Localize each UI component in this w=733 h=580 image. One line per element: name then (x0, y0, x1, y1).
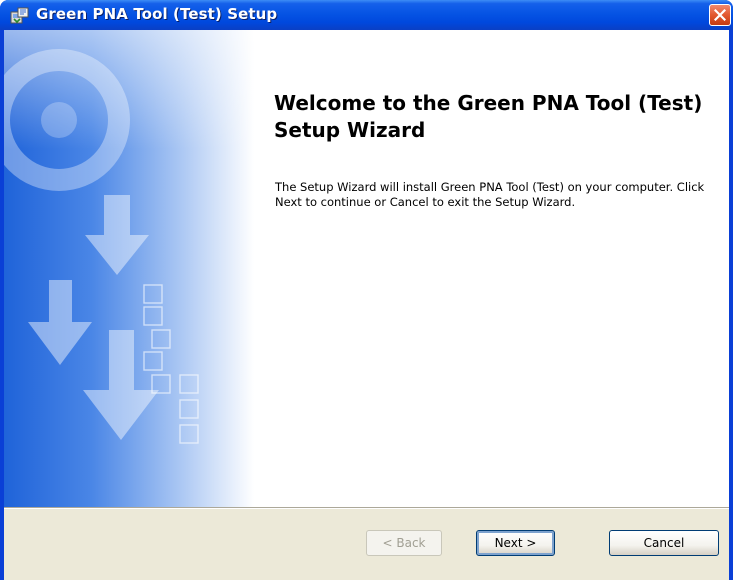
setup-banner-graphic (4, 30, 254, 507)
setup-window: Green PNA Tool (Test) Setup Welcome to t… (0, 0, 733, 580)
cancel-button[interactable]: Cancel (609, 530, 719, 556)
window-title: Green PNA Tool (Test) Setup (36, 5, 278, 23)
installer-icon (10, 6, 30, 24)
close-icon (714, 9, 726, 21)
welcome-description: The Setup Wizard will install Green PNA … (275, 180, 705, 209)
button-separator (4, 507, 729, 509)
next-button[interactable]: Next > (476, 530, 555, 556)
dialog-body: Welcome to the Green PNA Tool (Test) Set… (4, 30, 729, 580)
back-button[interactable]: < Back (366, 530, 442, 556)
title-bar[interactable]: Green PNA Tool (Test) Setup (0, 0, 733, 30)
welcome-panel: Welcome to the Green PNA Tool (Test) Set… (4, 30, 729, 507)
close-button[interactable] (709, 4, 731, 26)
welcome-heading: Welcome to the Green PNA Tool (Test) Set… (274, 91, 703, 142)
